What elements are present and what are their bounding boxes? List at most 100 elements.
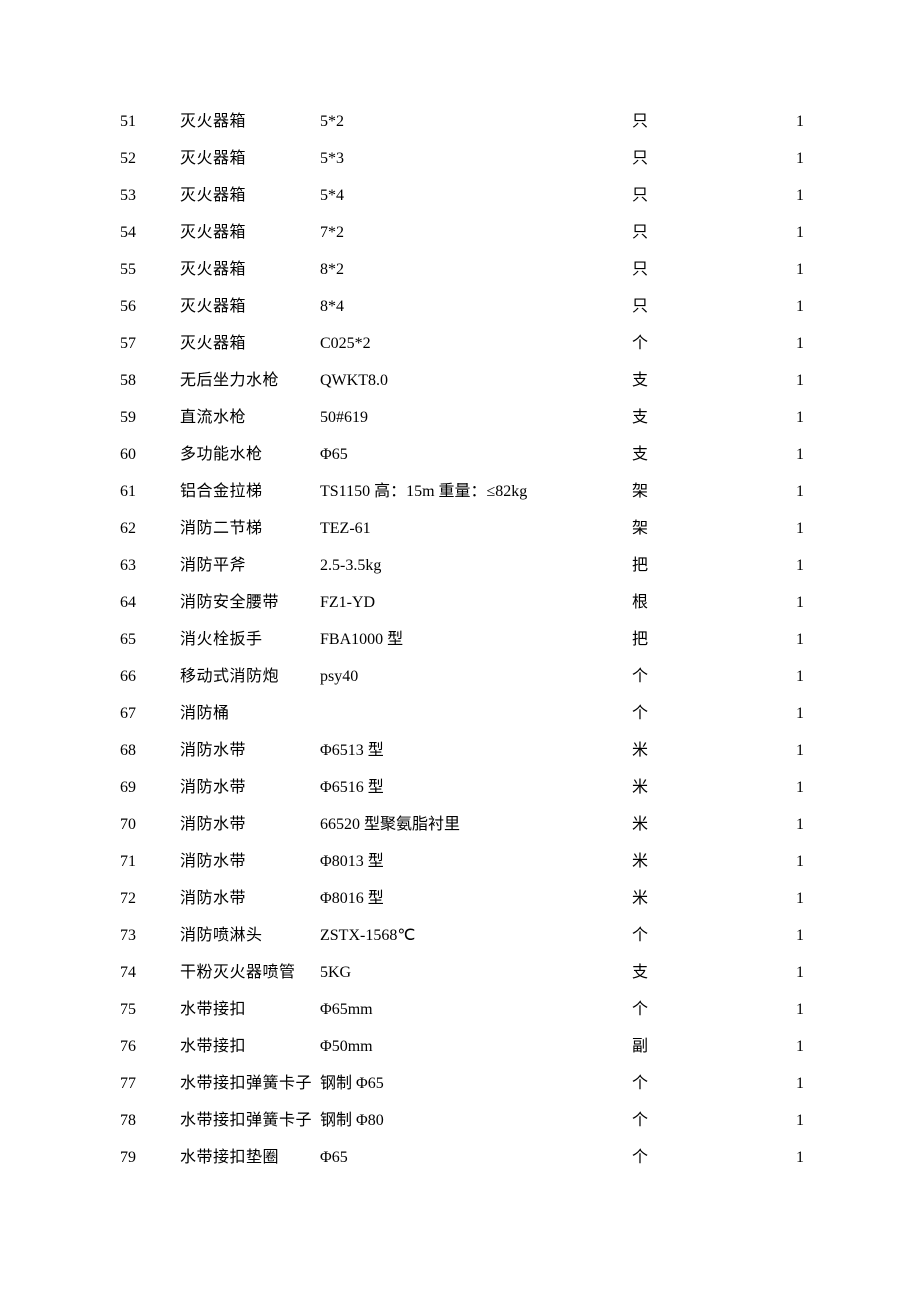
table-row: 78水带接扣弹簧卡子钢制 Φ80个1 (120, 1109, 810, 1146)
cell-unit: 支 (610, 406, 670, 443)
cell-unit: 个 (610, 924, 670, 961)
cell-id: 63 (120, 554, 180, 591)
table-row: 51灭火器箱5*2只1 (120, 110, 810, 147)
cell-spec: C025*2 (320, 332, 610, 369)
cell-id: 58 (120, 369, 180, 406)
cell-unit: 副 (610, 1035, 670, 1072)
cell-id: 56 (120, 295, 180, 332)
cell-qty: 1 (670, 813, 810, 850)
cell-unit: 只 (610, 258, 670, 295)
cell-unit: 米 (610, 776, 670, 813)
cell-name: 水带接扣 (180, 998, 320, 1035)
cell-unit: 架 (610, 480, 670, 517)
cell-qty: 1 (670, 406, 810, 443)
cell-name: 灭火器箱 (180, 258, 320, 295)
cell-qty: 1 (670, 295, 810, 332)
cell-spec: 7*2 (320, 221, 610, 258)
cell-unit: 支 (610, 961, 670, 998)
cell-id: 74 (120, 961, 180, 998)
cell-qty: 1 (670, 1035, 810, 1072)
cell-qty: 1 (670, 443, 810, 480)
cell-qty: 1 (670, 924, 810, 961)
cell-spec: 50#619 (320, 406, 610, 443)
cell-unit: 个 (610, 1072, 670, 1109)
cell-unit: 只 (610, 221, 670, 258)
cell-qty: 1 (670, 258, 810, 295)
cell-id: 59 (120, 406, 180, 443)
table-row: 58无后坐力水枪QWKT8.0支1 (120, 369, 810, 406)
cell-unit: 根 (610, 591, 670, 628)
cell-name: 灭火器箱 (180, 221, 320, 258)
cell-spec: QWKT8.0 (320, 369, 610, 406)
cell-qty: 1 (670, 1109, 810, 1146)
cell-spec: Φ65 (320, 1146, 610, 1183)
cell-spec: 8*2 (320, 258, 610, 295)
cell-unit: 个 (610, 332, 670, 369)
cell-qty: 1 (670, 517, 810, 554)
cell-name: 消防水带 (180, 850, 320, 887)
cell-unit: 只 (610, 295, 670, 332)
cell-name: 灭火器箱 (180, 147, 320, 184)
cell-name: 消防二节梯 (180, 517, 320, 554)
items-table: 51灭火器箱5*2只152灭火器箱5*3只153灭火器箱5*4只154灭火器箱7… (120, 110, 810, 1183)
cell-name: 消防喷淋头 (180, 924, 320, 961)
cell-qty: 1 (670, 628, 810, 665)
table-row: 77水带接扣弹簧卡子钢制 Φ65个1 (120, 1072, 810, 1109)
cell-qty: 1 (670, 554, 810, 591)
table-row: 67消防桶个1 (120, 702, 810, 739)
cell-id: 65 (120, 628, 180, 665)
cell-qty: 1 (670, 369, 810, 406)
cell-name: 消防水带 (180, 813, 320, 850)
cell-qty: 1 (670, 147, 810, 184)
cell-spec: TEZ-61 (320, 517, 610, 554)
cell-id: 76 (120, 1035, 180, 1072)
table-row: 73消防喷淋头ZSTX-1568℃个1 (120, 924, 810, 961)
cell-id: 72 (120, 887, 180, 924)
cell-qty: 1 (670, 998, 810, 1035)
cell-unit: 把 (610, 554, 670, 591)
cell-spec: 8*4 (320, 295, 610, 332)
cell-unit: 米 (610, 887, 670, 924)
cell-unit: 个 (610, 1109, 670, 1146)
cell-id: 73 (120, 924, 180, 961)
cell-unit: 个 (610, 702, 670, 739)
cell-id: 70 (120, 813, 180, 850)
cell-id: 78 (120, 1109, 180, 1146)
table-row: 75水带接扣Φ65mm个1 (120, 998, 810, 1035)
cell-spec: psy40 (320, 665, 610, 702)
cell-spec (320, 702, 610, 739)
cell-spec: 5*4 (320, 184, 610, 221)
cell-spec: 5KG (320, 961, 610, 998)
table-row: 74干粉灭火器喷管5KG支1 (120, 961, 810, 998)
table-row: 64消防安全腰带FZ1-YD根1 (120, 591, 810, 628)
cell-id: 79 (120, 1146, 180, 1183)
cell-name: 铝合金拉梯 (180, 480, 320, 517)
cell-name: 灭火器箱 (180, 110, 320, 147)
table-row: 68消防水带Φ6513 型米1 (120, 739, 810, 776)
cell-spec: TS1150 高：15m 重量：≤82kg (320, 480, 610, 517)
cell-qty: 1 (670, 850, 810, 887)
cell-qty: 1 (670, 776, 810, 813)
table-row: 76水带接扣Φ50mm副1 (120, 1035, 810, 1072)
cell-spec: 钢制 Φ65 (320, 1072, 610, 1109)
cell-name: 移动式消防炮 (180, 665, 320, 702)
cell-spec: Φ8013 型 (320, 850, 610, 887)
cell-spec: 2.5-3.5kg (320, 554, 610, 591)
cell-name: 水带接扣 (180, 1035, 320, 1072)
table-row: 53灭火器箱5*4只1 (120, 184, 810, 221)
cell-name: 直流水枪 (180, 406, 320, 443)
cell-spec: Φ8016 型 (320, 887, 610, 924)
cell-spec: 钢制 Φ80 (320, 1109, 610, 1146)
table-row: 65消火栓扳手FBA1000 型把1 (120, 628, 810, 665)
cell-spec: FZ1-YD (320, 591, 610, 628)
cell-id: 64 (120, 591, 180, 628)
cell-qty: 1 (670, 1146, 810, 1183)
cell-name: 消防水带 (180, 739, 320, 776)
cell-spec: Φ50mm (320, 1035, 610, 1072)
cell-name: 消防桶 (180, 702, 320, 739)
cell-unit: 支 (610, 369, 670, 406)
cell-unit: 把 (610, 628, 670, 665)
cell-name: 消火栓扳手 (180, 628, 320, 665)
cell-unit: 个 (610, 665, 670, 702)
cell-id: 71 (120, 850, 180, 887)
